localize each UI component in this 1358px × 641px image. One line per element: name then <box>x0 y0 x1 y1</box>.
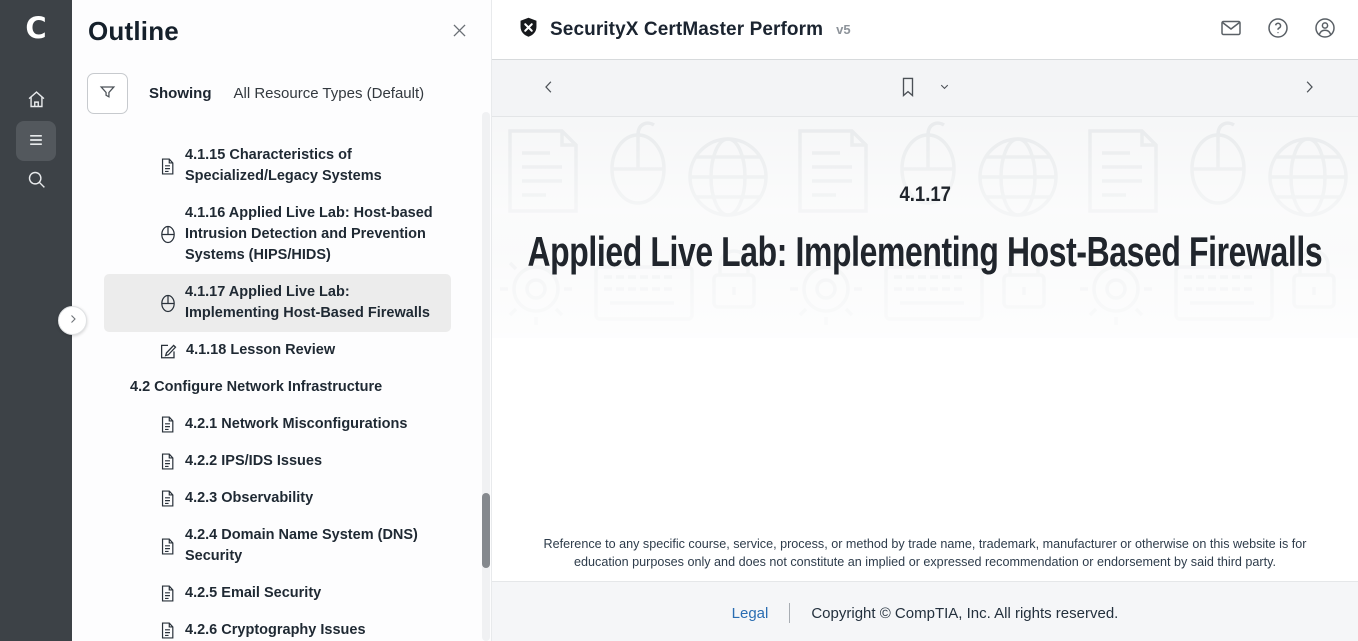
document-icon <box>159 414 176 435</box>
outline-item-label: 4.1.16 Applied Live Lab: Host-based Intr… <box>185 203 443 266</box>
outline-item-label: 4.2.4 Domain Name System (DNS) Security <box>185 525 443 567</box>
help-button[interactable] <box>1263 15 1293 45</box>
outline-item-label: 4.2.6 Cryptography Issues <box>185 620 366 641</box>
chevron-right-icon <box>1300 78 1318 99</box>
messages-button[interactable] <box>1216 15 1246 45</box>
close-outline-button[interactable] <box>450 21 469 43</box>
bookmark-button[interactable] <box>895 72 921 105</box>
app-title: SecurityX CertMaster Perform <box>550 19 823 41</box>
outline-item-label: 4.1.17 Applied Live Lab: Implementing Ho… <box>185 282 443 324</box>
rail-nav <box>16 81 56 201</box>
document-icon <box>159 525 176 567</box>
footer-divider <box>789 603 790 623</box>
outline-item-label: 4.2.2 IPS/IDS Issues <box>185 451 322 472</box>
securityx-shield-icon <box>517 16 540 44</box>
legal-link[interactable]: Legal <box>732 605 769 622</box>
outline-item-label: 4.2.3 Observability <box>185 488 313 509</box>
edit-icon <box>159 340 177 361</box>
bookmark-group <box>895 72 955 105</box>
funnel-icon <box>98 83 117 105</box>
outline-item-label: 4.1.18 Lesson Review <box>186 340 335 361</box>
document-icon <box>159 145 176 187</box>
outline-item[interactable]: 4.2.4 Domain Name System (DNS) Security <box>104 517 451 575</box>
outline-list: 4.1.15 Characteristics of Specialized/Le… <box>72 137 491 641</box>
mouse-icon <box>159 203 176 266</box>
document-icon <box>159 488 176 509</box>
outline-item[interactable]: 4.2.5 Email Security <box>104 575 451 612</box>
lesson-number: 4.1.17 <box>899 183 950 207</box>
lesson-hero-banner: 4.1.17 Applied Live Lab: Implementing Ho… <box>492 117 1358 338</box>
brand: SecurityX CertMaster Perform v5 <box>517 16 851 44</box>
previous-lesson-button[interactable] <box>536 74 562 103</box>
envelope-icon <box>1219 16 1243 43</box>
top-header: SecurityX CertMaster Perform v5 <box>492 0 1358 60</box>
filter-value[interactable]: All Resource Types (Default) <box>234 85 425 102</box>
home-button[interactable] <box>16 81 56 121</box>
bookmark-icon <box>899 76 917 101</box>
next-lesson-button[interactable] <box>1296 74 1322 103</box>
outline-section-header[interactable]: 4.2 Configure Network Infrastructure <box>117 369 464 406</box>
chevron-down-icon <box>938 80 951 96</box>
filter-row: Showing All Resource Types (Default) <box>87 73 491 114</box>
close-icon <box>450 28 469 43</box>
chevron-left-icon <box>540 78 558 99</box>
outline-item[interactable]: 4.1.17 Applied Live Lab: Implementing Ho… <box>104 274 451 332</box>
filter-button[interactable] <box>87 73 128 114</box>
home-icon <box>26 89 47 113</box>
outline-item-label: 4.2.5 Email Security <box>185 583 321 604</box>
person-circle-icon <box>1313 16 1337 43</box>
outline-item-label: 4.1.15 Characteristics of Specialized/Le… <box>185 145 443 187</box>
outline-item[interactable]: 4.2.3 Observability <box>104 480 451 517</box>
search-icon <box>26 169 47 193</box>
menu-icon <box>26 130 46 153</box>
comptia-logo: C <box>25 10 46 46</box>
page-footer: Legal Copyright © CompTIA, Inc. All righ… <box>492 581 1358 641</box>
account-button[interactable] <box>1310 15 1340 45</box>
question-circle-icon <box>1266 16 1290 43</box>
panel-collapse-toggle[interactable] <box>58 306 87 335</box>
main-area: SecurityX CertMaster Perform v5 <box>492 0 1358 641</box>
search-button[interactable] <box>16 161 56 201</box>
lesson-title: Applied Live Lab: Implementing Host-Base… <box>528 228 1323 276</box>
outline-item[interactable]: 4.1.16 Applied Live Lab: Host-based Intr… <box>104 195 451 274</box>
disclaimer-text: Reference to any specific course, servic… <box>533 536 1318 572</box>
app-root: C <box>0 0 1358 641</box>
outline-panel-title: Outline <box>88 16 179 47</box>
chevron-right-icon <box>67 313 79 328</box>
mouse-icon <box>159 282 176 324</box>
outline-item[interactable]: 4.2.2 IPS/IDS Issues <box>104 443 451 480</box>
filter-showing-label: Showing <box>149 85 212 102</box>
outline-item-label: 4.2 Configure Network Infrastructure <box>130 377 382 398</box>
app-version-badge: v5 <box>836 22 850 37</box>
outline-scrollbar-track[interactable] <box>482 112 490 641</box>
lesson-content-area: Reference to any specific course, servic… <box>492 338 1358 581</box>
outline-item[interactable]: 4.2.1 Network Misconfigurations <box>104 406 451 443</box>
outline-item[interactable]: 4.2.6 Cryptography Issues <box>104 612 451 641</box>
document-icon <box>159 583 176 604</box>
outline-scrollbar-thumb[interactable] <box>482 493 490 568</box>
lesson-navbar <box>492 60 1358 117</box>
header-actions <box>1216 15 1340 45</box>
document-icon <box>159 620 176 641</box>
bookmark-dropdown-button[interactable] <box>934 76 955 100</box>
outline-item-label: 4.2.1 Network Misconfigurations <box>185 414 407 435</box>
outline-menu-button[interactable] <box>16 121 56 161</box>
document-icon <box>159 451 176 472</box>
outline-item[interactable]: 4.1.15 Characteristics of Specialized/Le… <box>104 137 451 195</box>
copyright-text: Copyright © CompTIA, Inc. All rights res… <box>811 605 1118 622</box>
outline-item[interactable]: 4.1.18 Lesson Review <box>104 332 451 369</box>
outline-panel: Outline Showing All Resource Types (Defa… <box>72 0 492 641</box>
